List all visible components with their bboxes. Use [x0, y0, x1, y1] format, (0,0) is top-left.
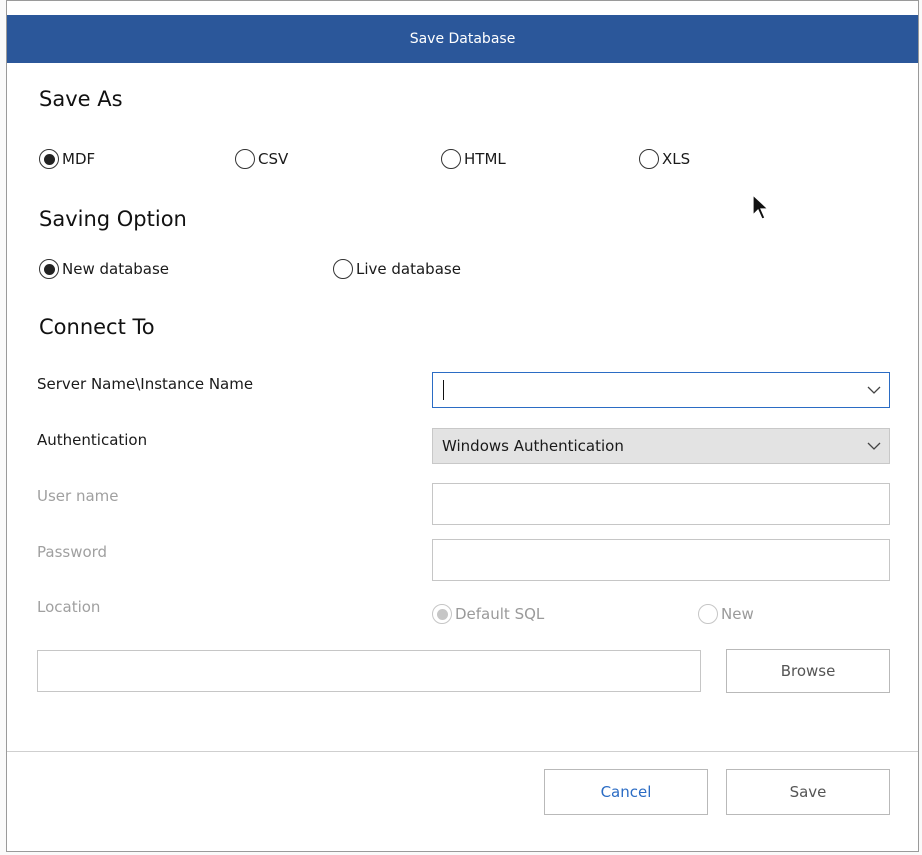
radio-default-sql-label: Default SQL	[455, 605, 545, 623]
text-caret	[443, 380, 444, 400]
page: Save Database Save As MDF CSV HTML XLS S…	[0, 0, 922, 855]
save-database-dialog: Save Database Save As MDF CSV HTML XLS S…	[6, 0, 919, 852]
radio-xls-label: XLS	[662, 150, 691, 168]
server-name-label: Server Name\Instance Name	[37, 375, 254, 393]
radio-checked-icon	[39, 259, 59, 279]
location-label: Location	[37, 598, 101, 616]
saving-option-heading: Saving Option	[39, 207, 187, 231]
dialog-title: Save Database	[409, 31, 516, 47]
password-label: Password	[37, 543, 108, 561]
browse-button[interactable]: Browse	[726, 649, 890, 693]
mouse-pointer-icon	[751, 193, 773, 227]
save-as-heading: Save As	[39, 87, 123, 111]
radio-xls[interactable]: XLS	[639, 149, 690, 169]
radio-new-location[interactable]: New	[698, 604, 754, 624]
radio-live-database[interactable]: Live database	[333, 259, 461, 279]
authentication-value: Windows Authentication	[442, 437, 624, 455]
radio-html-label: HTML	[464, 150, 506, 168]
radio-unchecked-icon	[441, 149, 461, 169]
radio-csv-label: CSV	[258, 150, 289, 168]
connect-to-heading: Connect To	[39, 315, 155, 339]
chevron-down-icon[interactable]	[859, 373, 889, 407]
radio-new-location-label: New	[721, 605, 754, 623]
radio-unchecked-icon	[698, 604, 718, 624]
user-name-label: User name	[37, 487, 119, 505]
authentication-dropdown[interactable]: Windows Authentication	[432, 428, 890, 464]
server-name-combobox[interactable]	[432, 372, 890, 408]
radio-html[interactable]: HTML	[441, 149, 506, 169]
user-name-input[interactable]	[432, 483, 890, 525]
radio-new-database-label: New database	[62, 260, 170, 278]
footer-divider	[7, 751, 918, 752]
authentication-label: Authentication	[37, 431, 148, 449]
radio-unchecked-icon	[235, 149, 255, 169]
dialog-titlebar: Save Database	[7, 15, 918, 63]
radio-live-database-label: Live database	[356, 260, 461, 278]
radio-default-sql[interactable]: Default SQL	[432, 604, 544, 624]
radio-unchecked-icon	[333, 259, 353, 279]
cancel-button[interactable]: Cancel	[544, 769, 708, 815]
radio-csv[interactable]: CSV	[235, 149, 288, 169]
radio-checked-icon	[39, 149, 59, 169]
location-path-input[interactable]	[37, 650, 701, 692]
radio-checked-icon	[432, 604, 452, 624]
radio-unchecked-icon	[639, 149, 659, 169]
radio-mdf[interactable]: MDF	[39, 149, 95, 169]
save-button[interactable]: Save	[726, 769, 890, 815]
radio-mdf-label: MDF	[62, 150, 96, 168]
radio-new-database[interactable]: New database	[39, 259, 169, 279]
chevron-down-icon[interactable]	[859, 429, 889, 463]
password-input[interactable]	[432, 539, 890, 581]
